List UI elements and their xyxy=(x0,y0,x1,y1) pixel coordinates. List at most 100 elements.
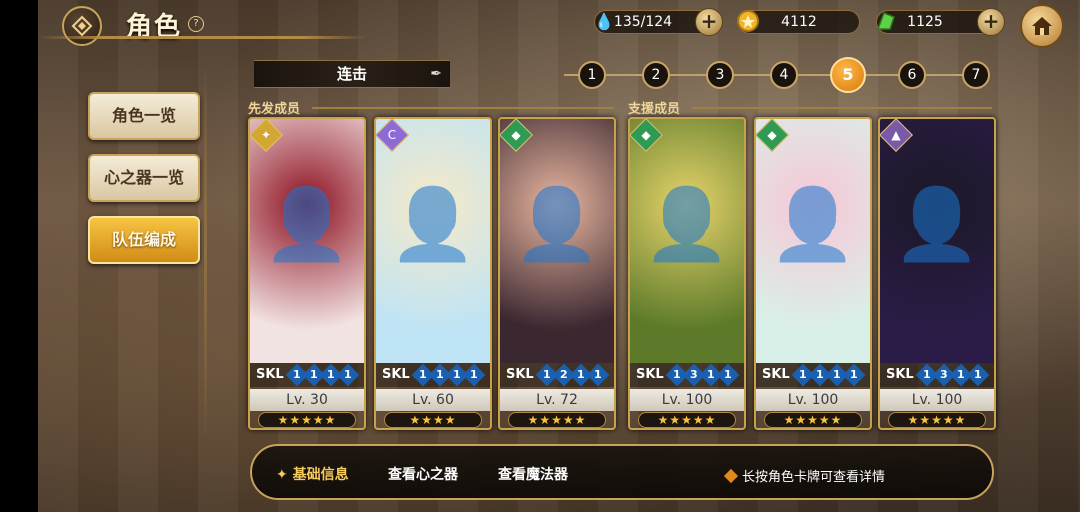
stamina-value: 135/124 xyxy=(613,14,673,30)
skill-levels: SKL 1311 xyxy=(630,363,744,387)
menu-team-formation[interactable]: 队伍编成 xyxy=(88,216,200,264)
step-3[interactable]: 3 xyxy=(706,61,734,89)
rarity-stars: ★★★★★ xyxy=(638,412,736,428)
step-1[interactable]: 1 xyxy=(578,61,606,89)
skill-levels: SKL 1311 xyxy=(880,363,994,387)
tab-view-magic-item[interactable]: 查看魔法器 xyxy=(498,464,568,484)
character-silhouette-icon: 👤 xyxy=(513,183,601,265)
skill-level-value: 1 xyxy=(957,368,966,381)
character-card-3[interactable]: 👤 ◆ SKL 1 2 1 1 Lv. 72 ★★★★★ xyxy=(498,117,616,430)
character-card-5[interactable]: 👤 ◆ SKL 1 1 1 1 Lv. 100 ★★★★★ xyxy=(754,117,872,430)
character-level: Lv. 30 xyxy=(250,389,364,411)
tab-basic-info[interactable]: ✦ 基础信息 xyxy=(276,464,349,484)
skill-level-diamond: 1 xyxy=(336,363,360,387)
gems-value: 1125 xyxy=(907,14,943,30)
skill-level-value: 1 xyxy=(833,368,842,381)
skill-level-value: 1 xyxy=(293,368,302,381)
skill-level-diamond: 1 xyxy=(462,363,486,387)
front-members-label: 先发成员 xyxy=(248,102,301,117)
tab-view-heart-vessel[interactable]: 查看心之器 xyxy=(388,464,458,484)
character-art: 👤 xyxy=(756,119,870,363)
character-card-6[interactable]: 👤 ▲ SKL 1 3 1 1 Lv. 100 ★★★★★ xyxy=(878,117,996,430)
step-2[interactable]: 2 xyxy=(642,61,670,89)
skill-level-value: 1 xyxy=(344,368,353,381)
character-silhouette-icon: 👤 xyxy=(769,183,857,265)
long-press-hint: 长按角色卡牌可查看详情 xyxy=(723,466,885,485)
team-step-selector: 1 2 3 4 5 6 7 xyxy=(544,57,994,93)
skill-level-value: 1 xyxy=(724,368,733,381)
skill-label: SKL xyxy=(382,367,410,382)
character-art: 👤 xyxy=(630,119,744,363)
element-badge-glyph: ◆ xyxy=(767,128,777,142)
tab-basic-info-label: 基础信息 xyxy=(292,467,349,483)
rarity-stars: ★★★★★ xyxy=(764,412,862,428)
rarity-stars: ★★★★★ xyxy=(508,412,606,428)
step-4[interactable]: 4 xyxy=(770,61,798,89)
skill-label: SKL xyxy=(506,367,534,382)
skill-levels: SKL 1111 xyxy=(756,363,870,387)
bottom-info-bar: ✦ 基础信息 查看心之器 查看魔法器 长按角色卡牌可查看详情 xyxy=(250,444,994,500)
skill-level-value: 1 xyxy=(419,368,428,381)
skill-levels: SKL 1111 xyxy=(250,363,364,387)
help-icon[interactable]: ? xyxy=(188,16,204,32)
character-silhouette-icon: 👤 xyxy=(643,183,731,265)
top-bar: 角色 ? 💧 135/124 + 4112 1125 + xyxy=(38,0,1080,48)
character-card-2[interactable]: 👤 C SKL 1 1 1 1 Lv. 60 ★★★★ xyxy=(374,117,492,430)
coins-counter: 4112 xyxy=(737,10,860,34)
support-members-label: 支援成员 xyxy=(628,102,681,117)
menu-character-list[interactable]: 角色一览 xyxy=(88,92,200,140)
character-card-4[interactable]: 👤 ◆ SKL 1 3 1 1 Lv. 100 ★★★★★ xyxy=(628,117,746,430)
character-level: Lv. 100 xyxy=(756,389,870,411)
element-badge-glyph: ▲ xyxy=(891,128,901,142)
menu-heart-vessel-list[interactable]: 心之器一览 xyxy=(88,154,200,202)
character-silhouette-icon: 👤 xyxy=(389,183,477,265)
skill-level-value: 1 xyxy=(816,368,825,381)
add-gems-button[interactable]: + xyxy=(977,8,1005,36)
step-7[interactable]: 7 xyxy=(962,61,990,89)
front-members-header: 先发成员 xyxy=(248,98,616,117)
hint-diamond-icon xyxy=(723,468,739,484)
step-5-active[interactable]: 5 xyxy=(830,57,866,93)
character-art: 👤 xyxy=(376,119,490,363)
add-stamina-button[interactable]: + xyxy=(695,8,723,36)
skill-level-value: 1 xyxy=(310,368,319,381)
character-card-1[interactable]: 👤 ✦ SKL 1 1 1 1 Lv. 30 ★★★★★ xyxy=(248,117,366,430)
skill-level-value: 1 xyxy=(923,368,932,381)
character-silhouette-icon: 👤 xyxy=(893,183,981,265)
skill-level-value: 1 xyxy=(799,368,808,381)
skill-level-value: 1 xyxy=(707,368,716,381)
character-level: Lv. 100 xyxy=(880,389,994,411)
element-badge-glyph: ◆ xyxy=(511,128,521,142)
skill-level-value: 1 xyxy=(974,368,983,381)
coins-value: 4112 xyxy=(781,14,817,30)
skill-level-value: 1 xyxy=(673,368,682,381)
element-badge-glyph: C xyxy=(387,128,397,142)
skill-level-diamond: 1 xyxy=(966,363,990,387)
gems-counter: 1125 + xyxy=(876,8,1005,36)
support-members-header: 支援成员 xyxy=(628,98,998,117)
home-button[interactable] xyxy=(1020,4,1064,48)
step-6[interactable]: 6 xyxy=(898,61,926,89)
stamina-counter: 💧 135/124 + xyxy=(594,8,723,36)
skill-level-value: 3 xyxy=(690,368,699,381)
back-button[interactable] xyxy=(62,6,102,46)
combo-label: 连击 xyxy=(336,65,367,83)
skill-level-value: 1 xyxy=(453,368,462,381)
character-level: Lv. 72 xyxy=(500,389,614,411)
game-screen: 角色 ? 💧 135/124 + 4112 1125 + 角色一览 心之器一览 … xyxy=(38,0,1080,512)
skill-level-value: 1 xyxy=(577,368,586,381)
skill-level-value: 1 xyxy=(543,368,552,381)
element-badge-glyph: ◆ xyxy=(641,128,651,142)
rarity-stars: ★★★★★ xyxy=(258,412,356,428)
element-badge-glyph: ✦ xyxy=(260,128,272,142)
skill-level-value: 1 xyxy=(594,368,603,381)
support-members-rule xyxy=(692,107,992,109)
skill-label: SKL xyxy=(886,367,914,382)
character-silhouette-icon: 👤 xyxy=(263,183,351,265)
rarity-stars: ★★★★★ xyxy=(888,412,986,428)
menu-divider xyxy=(204,62,207,442)
skill-levels: SKL 1211 xyxy=(500,363,614,387)
front-members-rule xyxy=(312,107,614,109)
skill-levels: SKL 1111 xyxy=(376,363,490,387)
character-art: 👤 xyxy=(880,119,994,363)
